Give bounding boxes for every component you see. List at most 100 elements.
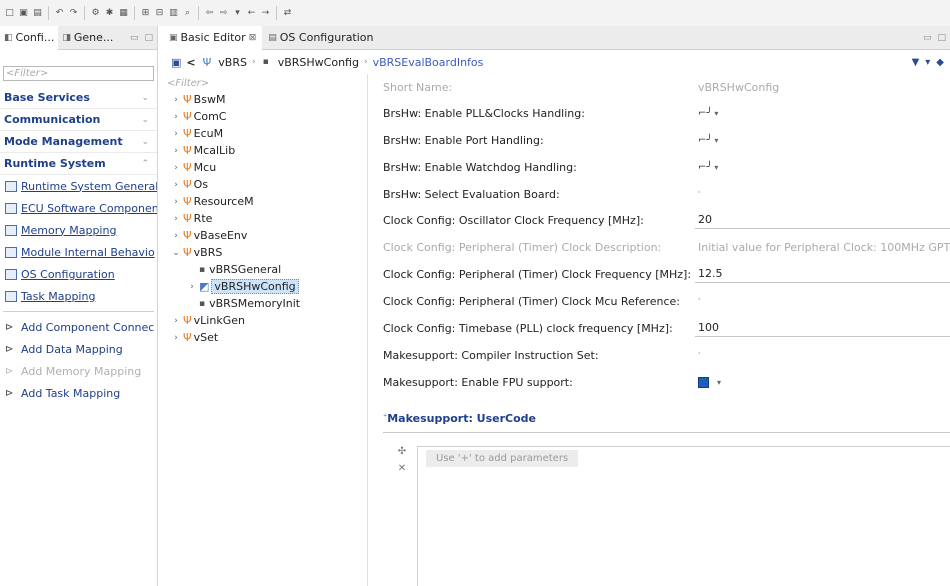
back-arrow-icon[interactable]: < [186, 56, 195, 69]
collapse-chevron-icon[interactable]: ⌃ [141, 159, 149, 169]
generate-icon[interactable]: ⚙ [89, 7, 102, 20]
layout-icon[interactable]: ⊞ [139, 7, 152, 20]
tree-node[interactable]: › ΨvLinkGen [163, 312, 367, 329]
filter-icon[interactable]: ▼ [912, 57, 920, 68]
nav-module-internal-behavior[interactable]: Module Internal Behavio [0, 241, 157, 263]
expand-chevron-icon[interactable]: ⌄ [141, 137, 149, 147]
maximize-icon[interactable]: □ [144, 33, 153, 43]
tree-node[interactable]: › Ψ Mcu [163, 159, 367, 176]
expand-chevron-icon[interactable]: ⌄ [141, 93, 149, 103]
close-icon[interactable]: ⊠ [249, 33, 257, 43]
expand-chevron-icon[interactable]: › [187, 282, 197, 292]
table-icon[interactable]: ▥ [167, 7, 180, 20]
forward-icon[interactable]: ⇨ [217, 7, 230, 20]
breadcrumb-item[interactable]: vBRS [218, 56, 247, 69]
checkbox-field[interactable]: ⌐╯ ▾ [695, 104, 950, 122]
nav-memory-mapping[interactable]: Memory Mapping [0, 219, 157, 241]
tab-basic-editor[interactable]: ▣ Basic Editor ⊠ [163, 25, 263, 50]
sync-icon[interactable]: ⇄ [281, 7, 294, 20]
undo-icon[interactable]: ↶ [53, 7, 66, 20]
open-icon[interactable]: ▣ [17, 7, 30, 20]
category-base-services[interactable]: Base Services ⌄ [0, 87, 157, 109]
tree-node[interactable]: › Ψ ComC [163, 108, 367, 125]
tree-node[interactable]: › Ψ EcuM [163, 125, 367, 142]
maximize-icon[interactable]: □ [937, 33, 946, 43]
nav-os-configuration[interactable]: OS Configuration [0, 263, 157, 285]
show-tree-icon[interactable]: ▣ [171, 56, 181, 69]
tree-icon[interactable]: ⊟ [153, 7, 166, 20]
category-communication[interactable]: Communication ⌄ [0, 109, 157, 131]
new-file-icon[interactable]: □ [3, 7, 16, 20]
redo-icon[interactable]: ↷ [67, 7, 80, 20]
nav-runtime-system-general[interactable]: Runtime System General [0, 175, 157, 197]
chevron-down-icon[interactable]: ▾ [717, 378, 721, 387]
checkbox-icon[interactable]: ⌐╯ [698, 108, 712, 119]
expand-chevron-icon[interactable]: › [171, 146, 181, 156]
expand-chevron-icon[interactable]: › [171, 231, 181, 241]
tree-node[interactable]: › ◩ vBRSHwConfig [163, 278, 367, 295]
tab-general[interactable]: ◨ Gene... [58, 26, 117, 50]
validate-icon[interactable]: ▦ [117, 7, 130, 20]
minimize-icon[interactable]: ▭ [130, 33, 139, 43]
nav-back-icon[interactable]: ← [245, 7, 258, 20]
checkbox-field[interactable]: ⌐╯ ▾ [695, 131, 950, 149]
tag-icon[interactable]: ◆ [936, 57, 944, 68]
checkbox-field[interactable]: ⌐╯ ▾ [695, 158, 950, 176]
tree-node[interactable]: › Ψ Rte [163, 210, 367, 227]
checkbox-icon[interactable]: ⌐╯ [698, 162, 712, 173]
expand-chevron-icon[interactable]: › [171, 316, 181, 326]
checkbox-field[interactable]: ▾ [695, 373, 950, 391]
empty-field[interactable]: ˈ [695, 292, 950, 310]
checkbox-checked-icon[interactable] [698, 376, 709, 388]
empty-field[interactable]: ˈ [695, 185, 950, 203]
tree-node[interactable]: › Ψ ResourceM [163, 193, 367, 210]
category-mode-management[interactable]: Mode Management ⌄ [0, 131, 157, 153]
text-field[interactable]: 20 [695, 211, 950, 229]
tree-filter-input[interactable]: <Filter> [167, 76, 363, 91]
tree-node[interactable]: › Ψ McalLib [163, 142, 367, 159]
tree-node[interactable]: › Ψ BswM [163, 91, 367, 108]
tab-configuration[interactable]: ◧ Confi... [0, 25, 59, 50]
empty-field[interactable]: ˈ [695, 346, 950, 364]
action-add-component-connection[interactable]: ⊳ Add Component Connec [0, 316, 157, 338]
tree-node[interactable]: › Ψ Os [163, 176, 367, 193]
checkbox-icon[interactable]: ⌐╯ [698, 135, 712, 146]
expand-chevron-icon[interactable]: › [171, 180, 181, 190]
nav-ecu-software-components[interactable]: ECU Software Componen [0, 197, 157, 219]
dropdown-icon[interactable]: ▾ [231, 7, 244, 20]
breadcrumb-item-current[interactable]: vBRSEvalBoardInfos [373, 56, 484, 69]
remove-parameter-icon[interactable]: ✕ [395, 463, 409, 474]
chevron-down-icon[interactable]: ▾ [714, 136, 718, 145]
expand-chevron-icon[interactable]: ⌄ [141, 115, 149, 125]
tree-node[interactable]: ⌄ ΨvBRS [163, 244, 367, 261]
nav-forward-icon[interactable]: → [259, 7, 272, 20]
expand-chevron-icon[interactable]: › [171, 129, 181, 139]
dropdown-icon[interactable]: ▾ [925, 57, 930, 68]
save-icon[interactable]: ▤ [31, 7, 44, 20]
tree-node[interactable]: › ΨvBaseEnv [163, 227, 367, 244]
expand-chevron-icon[interactable]: › [171, 214, 181, 224]
expand-chevron-icon[interactable]: › [171, 333, 181, 343]
expand-chevron-icon[interactable]: › [171, 95, 181, 105]
short-name-value[interactable]: vBRSHwConfig [695, 78, 950, 96]
text-field[interactable]: 100 [695, 319, 950, 337]
action-add-task-mapping[interactable]: ⊳ Add Task Mapping [0, 382, 157, 404]
chevron-down-icon[interactable]: ▾ [714, 109, 718, 118]
left-filter-input[interactable]: <Filter> [3, 66, 154, 81]
search-icon[interactable]: ⌕ [181, 7, 194, 20]
usercode-list[interactable]: Use '+' to add parameters [417, 446, 950, 586]
collapse-chevron-icon[interactable]: ⌄ [171, 248, 181, 258]
expand-chevron-icon[interactable]: › [171, 197, 181, 207]
add-parameter-icon[interactable]: ✣ [395, 446, 409, 457]
back-icon[interactable]: ⇦ [203, 7, 216, 20]
breadcrumb-item[interactable]: vBRSHwConfig [278, 56, 359, 69]
category-runtime-system[interactable]: Runtime System ⌃ [0, 153, 157, 175]
expand-chevron-icon[interactable]: › [171, 112, 181, 122]
tree-node[interactable]: ▪ vBRSGeneral [163, 261, 367, 278]
tree-node[interactable]: ▪ vBRSMemoryInit [163, 295, 367, 312]
action-add-data-mapping[interactable]: ⊳ Add Data Mapping [0, 338, 157, 360]
chevron-down-icon[interactable]: ▾ [714, 163, 718, 172]
tab-os-configuration[interactable]: ▤ OS Configuration [262, 26, 379, 50]
settings-icon[interactable]: ✱ [103, 7, 116, 20]
text-field[interactable]: Initial value for Peripheral Clock: 100M… [695, 238, 950, 256]
